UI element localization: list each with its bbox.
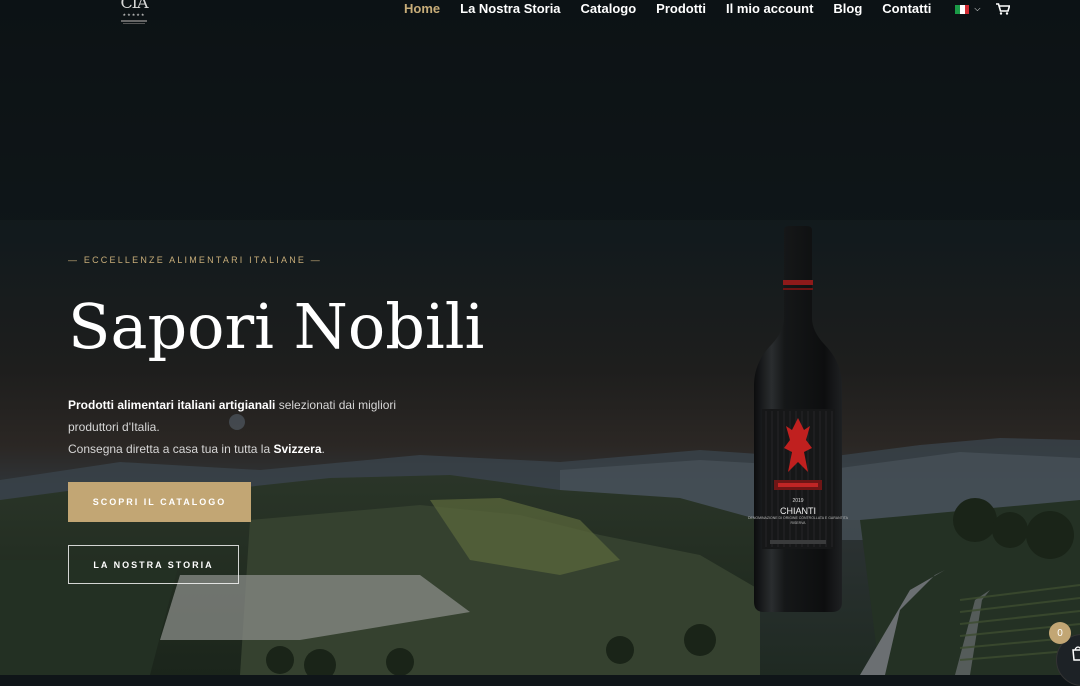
nav-item-prodotti[interactable]: Prodotti <box>656 2 706 16</box>
nav-item-blog[interactable]: Blog <box>833 2 862 16</box>
language-switcher[interactable]: ⌵ <box>955 4 980 14</box>
main-navigation: Home La Nostra Storia Catalogo Prodotti … <box>404 2 1011 16</box>
shopping-bag-icon <box>1072 646 1080 661</box>
nav-item-la-nostra-storia[interactable]: La Nostra Storia <box>460 2 560 16</box>
site-header: CIA ★★★★★ Home La Nostra Storia Catalogo… <box>0 0 1080 34</box>
nav-item-catalogo[interactable]: Catalogo <box>581 2 637 16</box>
bottle-label-riserva: RISERVA <box>790 521 806 525</box>
hero-desc-line2: Consegna diretta a casa tua in tutta la <box>68 442 274 456</box>
cart-count-badge: 0 <box>1049 622 1071 644</box>
nav-item-il-mio-account[interactable]: Il mio account <box>726 2 813 16</box>
nostra-storia-button[interactable]: LA NOSTRA STORIA <box>68 545 239 584</box>
hero-desc-country: Svizzera <box>273 442 322 456</box>
bottle-label-year: 2019 <box>792 498 804 504</box>
hero-description: Prodotti alimentari italiani artigianali… <box>68 394 428 460</box>
site-logo[interactable]: CIA ★★★★★ <box>118 0 150 38</box>
nav-item-contatti[interactable]: Contatti <box>882 2 931 16</box>
hero-eyebrow: — ECCELLENZE ALIMENTARI ITALIANE — <box>68 255 323 265</box>
italy-flag-icon <box>955 4 970 14</box>
hero-desc-period: . <box>321 442 325 456</box>
nav-item-home[interactable]: Home <box>404 2 440 16</box>
cart-icon[interactable] <box>996 3 1011 15</box>
bottle-label-name: CHIANTI <box>780 506 816 516</box>
bottle-label-subtitle: DENOMINAZIONE DI ORIGINE CONTROLLATA E G… <box>748 516 848 526</box>
chevron-down-icon: ⌵ <box>974 4 981 13</box>
wine-bottle-image: 2019 CHIANTI DENOMINAZIONE DI ORIGINE CO… <box>748 226 848 614</box>
hero-desc-bold: Prodotti alimentari italiani artigianali <box>68 398 276 412</box>
scopri-catalogo-button[interactable]: SCOPRI IL CATALOGO <box>68 482 251 522</box>
hero-title: Sapori Nobili <box>68 290 485 363</box>
logo-tagline-line <box>123 23 145 24</box>
logo-mark: CIA <box>120 0 148 12</box>
logo-stars-icon: ★★★★★ <box>122 12 146 17</box>
logo-tagline-line <box>121 20 147 22</box>
